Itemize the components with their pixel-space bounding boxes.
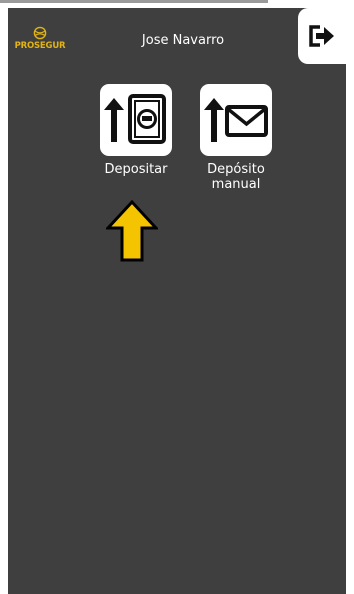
deposit-label: Depositar <box>104 162 168 177</box>
deposit-tile-icon <box>100 84 172 156</box>
banknote-deposit-icon <box>104 94 166 144</box>
manual-deposit-label: Depósito manual <box>207 162 265 192</box>
brand-name: PROSEGUR <box>14 41 66 51</box>
envelope-deposit-icon <box>204 98 268 142</box>
prosegur-globe-icon <box>33 26 47 40</box>
manual-deposit-button[interactable]: Depósito manual <box>192 84 280 192</box>
brand-logo: PROSEGUR <box>14 26 66 54</box>
arrow-up-icon <box>106 200 158 262</box>
logout-button[interactable] <box>298 8 346 64</box>
terminal-screen: PROSEGUR Jose Navarro Depositar Depósito… <box>8 8 346 594</box>
device-frame-top <box>0 0 354 8</box>
user-name: Jose Navarro <box>141 33 225 48</box>
manual-deposit-tile-icon <box>200 84 272 156</box>
logout-icon <box>309 25 334 47</box>
device-frame-edge <box>0 0 268 3</box>
deposit-button[interactable]: Depositar <box>92 84 180 177</box>
